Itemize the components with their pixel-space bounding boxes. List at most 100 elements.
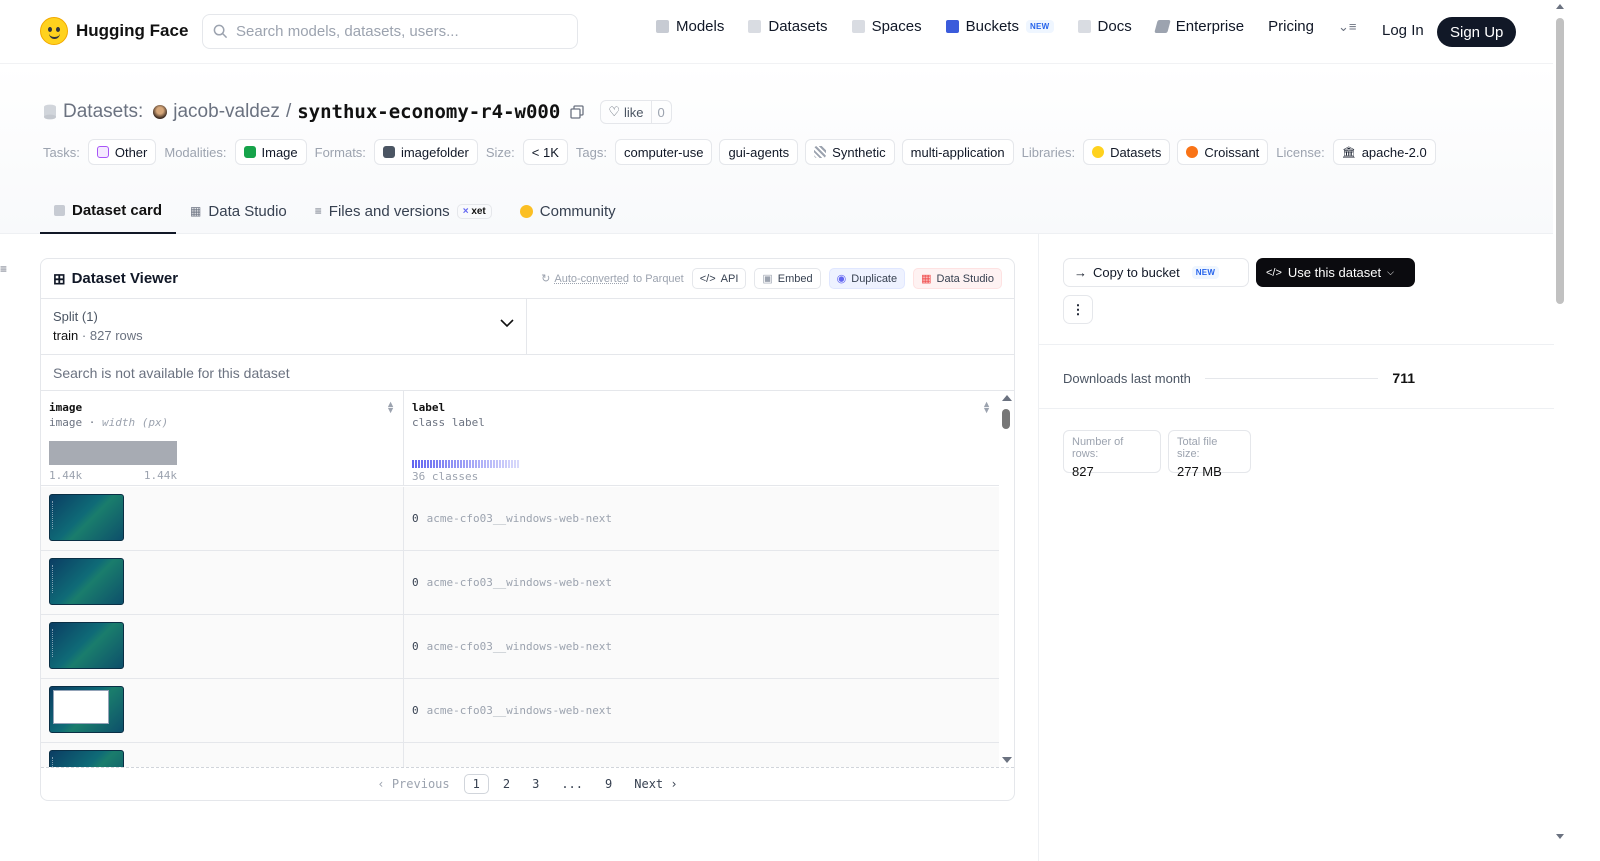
- sort-icon[interactable]: ▲ ▼: [386, 400, 395, 415]
- split-selector[interactable]: Split (1) train · 827 rows: [41, 299, 527, 354]
- auto-converted-link[interactable]: Auto-converted: [554, 273, 629, 285]
- class-bar-segment: [421, 460, 423, 468]
- scroll-up-icon[interactable]: [1002, 395, 1012, 401]
- tab-data-studio[interactable]: ▦ Data Studio: [176, 188, 301, 234]
- new-badge: NEW: [1191, 266, 1220, 279]
- class-bar-segment: [436, 460, 438, 468]
- scroll-up-icon[interactable]: [1556, 4, 1564, 9]
- tab-community[interactable]: Community: [506, 188, 630, 234]
- page-3[interactable]: 3: [524, 775, 547, 793]
- tag-label: Synthetic: [832, 144, 886, 160]
- scroll-thumb[interactable]: [1002, 409, 1010, 429]
- tag-format-imagefolder[interactable]: imagefolder: [373, 139, 478, 165]
- column-header-label[interactable]: label class label ▲ ▼ 36 classes: [404, 391, 999, 486]
- tag-multi-application[interactable]: multi-application: [901, 139, 1014, 165]
- toc-toggle-icon[interactable]: ≡: [0, 262, 7, 276]
- copy-to-bucket-button[interactable]: → Copy to bucket NEW: [1063, 258, 1249, 287]
- tag-library-datasets[interactable]: Datasets: [1083, 139, 1171, 165]
- filesize-value: 277 MB: [1177, 464, 1222, 479]
- auto-converted-note[interactable]: ↻ Auto-converted to Parquet: [541, 272, 684, 286]
- prev-page-button[interactable]: ‹ Previous: [369, 775, 457, 793]
- nav-enterprise[interactable]: Enterprise: [1153, 18, 1244, 35]
- sort-icon[interactable]: ▲ ▼: [982, 400, 991, 415]
- class-bar-segment: [487, 460, 489, 468]
- table-row[interactable]: 0 acme-cfo03__windows-web-next: [41, 615, 999, 679]
- embed-button[interactable]: ▣ Embed: [754, 268, 821, 289]
- screenshot-thumbnail[interactable]: [49, 750, 124, 767]
- owner-avatar[interactable]: [153, 105, 168, 119]
- copy-icon[interactable]: [570, 105, 584, 119]
- duplicate-button[interactable]: ◉ Duplicate: [828, 268, 906, 289]
- search-input[interactable]: [236, 23, 556, 40]
- global-search[interactable]: [202, 14, 578, 49]
- brand-logo[interactable]: Hugging Face: [40, 17, 188, 45]
- tab-files-versions[interactable]: ≡ Files and versions × xet: [301, 188, 506, 234]
- tag-task-other[interactable]: Other: [87, 139, 157, 165]
- tag-modality-image[interactable]: Image: [234, 139, 307, 165]
- dataset-name[interactable]: synthux-economy-r4-w000: [297, 101, 560, 123]
- tasks-label: Tasks:: [43, 144, 80, 160]
- next-page-button[interactable]: Next ›: [626, 775, 685, 793]
- data-studio-button[interactable]: ▦ Data Studio: [913, 268, 1002, 289]
- libraries-label: Libraries:: [1021, 144, 1076, 160]
- column-type: class label: [412, 416, 485, 429]
- image-cell[interactable]: [41, 487, 404, 550]
- api-button[interactable]: </> API: [691, 268, 747, 289]
- tag-gui-agents[interactable]: gui-agents: [719, 139, 799, 165]
- tag-computer-use[interactable]: computer-use: [614, 139, 713, 165]
- tag-label: < 1K: [531, 144, 559, 160]
- class-bar-segment: [430, 460, 432, 468]
- screenshot-thumbnail[interactable]: [49, 622, 124, 669]
- class-bar-segment: [448, 460, 450, 468]
- nav-datasets[interactable]: Datasets: [748, 18, 828, 35]
- tag-license[interactable]: 🏛 apache-2.0: [1332, 139, 1436, 165]
- owner-link[interactable]: jacob-valdez: [173, 101, 280, 123]
- downloads-label: Downloads last month: [1063, 370, 1191, 386]
- dataset-tags: Tasks: Other Modalities: Image Formats: …: [43, 139, 1443, 165]
- page-9[interactable]: 9: [597, 775, 620, 793]
- tag-size[interactable]: < 1K: [522, 139, 568, 165]
- signup-button[interactable]: Sign Up: [1437, 17, 1517, 47]
- table-row[interactable]: 0 acme-cfo03__windows-web-next: [41, 679, 999, 743]
- image-cell[interactable]: [41, 615, 404, 678]
- table-row[interactable]: 0 acme-cfo03__windows-web-next: [41, 487, 999, 551]
- login-link[interactable]: Log In: [1382, 22, 1424, 39]
- more-options-button[interactable]: ⋮: [1063, 295, 1093, 324]
- screenshot-thumbnail[interactable]: [49, 494, 124, 541]
- nav-buckets[interactable]: Buckets NEW: [945, 18, 1054, 35]
- enterprise-icon: [1153, 20, 1171, 33]
- nav-docs[interactable]: Docs: [1077, 18, 1132, 35]
- more-menu-icon[interactable]: ⌄≡: [1338, 19, 1356, 35]
- class-bar-segment: [472, 460, 474, 468]
- screenshot-thumbnail[interactable]: [49, 686, 124, 733]
- page-1[interactable]: 1: [463, 774, 489, 794]
- nav-pricing[interactable]: Pricing: [1268, 18, 1314, 35]
- image-cell[interactable]: [41, 551, 404, 614]
- dataset-viewer: ⊞ Dataset Viewer ↻ Auto-converted to Parque…: [40, 258, 1015, 801]
- nav-models[interactable]: Models: [656, 18, 724, 35]
- like-label: like: [623, 104, 644, 120]
- table-scrollbar[interactable]: [999, 391, 1014, 767]
- tab-dataset-card[interactable]: Dataset card: [40, 188, 177, 234]
- image-cell[interactable]: [41, 743, 404, 767]
- tag-library-croissant[interactable]: Croissant: [1177, 139, 1269, 165]
- nav-spaces[interactable]: Spaces: [851, 18, 922, 35]
- column-header-image[interactable]: image image · width (px) ▲ ▼ 1.44k 1.44k: [41, 391, 404, 486]
- scroll-thumb[interactable]: [1556, 18, 1564, 304]
- table-row[interactable]: [41, 743, 999, 767]
- tag-synthetic[interactable]: Synthetic: [805, 139, 895, 165]
- page-2[interactable]: 2: [495, 775, 518, 793]
- class-bar-segment: [502, 460, 504, 468]
- page-scrollbar[interactable]: [1553, 0, 1568, 861]
- image-cell[interactable]: [41, 679, 404, 742]
- buckets-icon: [945, 20, 959, 33]
- scroll-down-icon[interactable]: [1002, 757, 1012, 763]
- screenshot-thumbnail[interactable]: [49, 558, 124, 605]
- like-button[interactable]: ♡ like 0: [600, 100, 672, 124]
- embed-icon: ▣: [762, 273, 773, 285]
- scroll-down-icon[interactable]: [1556, 834, 1564, 839]
- table-row[interactable]: 0 acme-cfo03__windows-web-next: [41, 551, 999, 615]
- use-dataset-button[interactable]: </> Use this dataset ⌵: [1256, 258, 1415, 287]
- task-icon: [96, 146, 109, 158]
- new-badge: NEW: [1025, 20, 1054, 33]
